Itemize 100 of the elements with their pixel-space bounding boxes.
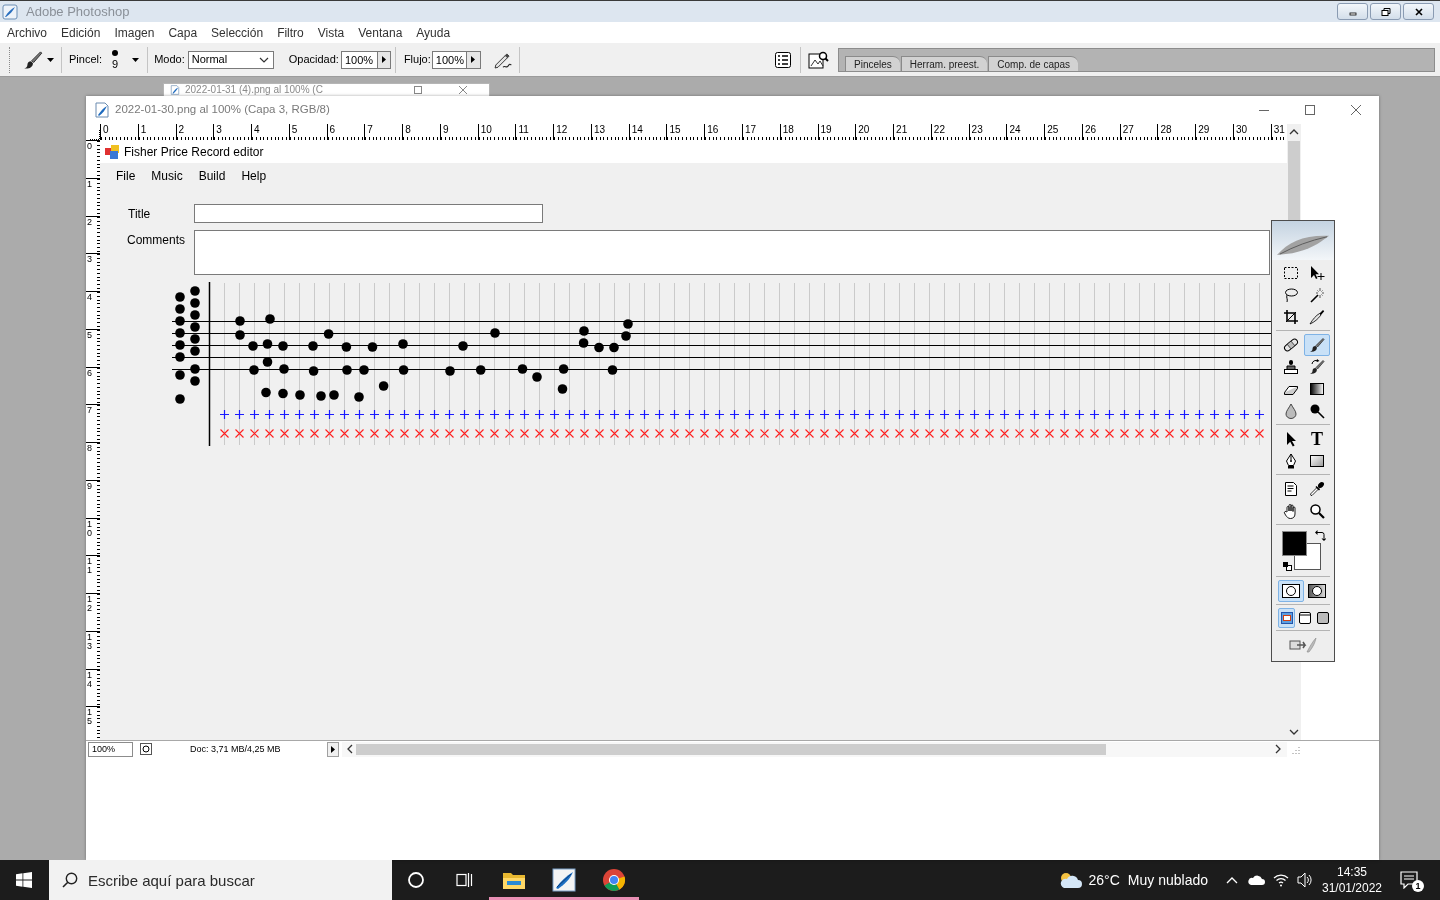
plus-icon [249,409,260,420]
feather-icon [2,3,18,20]
restore-button[interactable] [1370,3,1401,20]
close-icon [1413,6,1424,17]
menu-item[interactable]: Filtro [270,26,311,39]
note-dot [175,328,185,338]
menu-item[interactable]: Archivo [0,26,54,39]
plus-icon [309,409,320,420]
zoom-field[interactable]: 100% [88,741,133,757]
menu-item[interactable]: Music [143,169,191,182]
menu-item[interactable]: Build [190,169,234,182]
swap-arrow-icon[interactable] [1315,530,1326,541]
brush-picker-button[interactable]: 9 [112,45,140,74]
menu-item[interactable]: File [108,169,144,182]
note-dot [579,326,589,336]
close-button[interactable] [1403,3,1434,20]
plus-icon [1089,409,1100,420]
plus-icon [219,409,230,420]
menu-item[interactable]: Edición [54,26,108,39]
tool-button[interactable] [1304,334,1330,356]
note-dot [235,330,245,340]
plus-icon [504,409,515,420]
foreground-color-swatch[interactable] [1282,531,1307,556]
triangle-right-icon [331,745,335,753]
chevron-right-icon[interactable] [1275,744,1281,754]
flow-field[interactable]: 100% [431,50,467,69]
menu-item[interactable]: Capa [161,26,205,39]
horizontal-scrollbar[interactable] [342,741,1287,757]
note-dot [378,381,389,391]
chevron-up-icon[interactable] [1289,129,1299,135]
caret-icon[interactable] [47,57,54,62]
ruler-number: 15 [86,707,93,729]
close-icon[interactable] [459,86,467,94]
cross-icon [564,428,575,439]
palette-tab[interactable]: Comp. de capas [988,55,1079,71]
plus-icon [1029,409,1040,420]
image-magnifier-icon[interactable] [808,50,829,69]
mode-dropdown[interactable]: Normal [187,50,274,69]
grip-handle[interactable] [9,46,11,73]
transfer-arrow-icon[interactable] [1289,636,1317,654]
note-dot [295,390,305,400]
knife-icon [1309,309,1325,325]
menu-item[interactable]: Selección [204,26,271,39]
notifications-button[interactable]: 1 [1400,868,1424,892]
maximize-icon[interactable] [414,86,422,94]
note-dot [578,338,589,348]
scrollbar-thumb[interactable] [1288,141,1300,221]
status-menu-button[interactable] [327,741,339,757]
notification-icon [1400,871,1418,889]
mask-mode-button[interactable] [1278,580,1304,602]
palette-tab[interactable]: Pinceles [845,55,900,71]
note-dot [367,342,378,352]
arrow-cross-icon [1309,265,1325,281]
brush-icon[interactable] [23,49,43,70]
crop-icon [1283,309,1299,325]
menu-item[interactable]: Imagen [107,26,162,39]
menu-item[interactable]: Vista [310,26,352,39]
navigator-icon[interactable] [140,743,152,755]
cross-icon [879,428,890,439]
chevron-left-icon[interactable] [347,744,353,754]
opacity-field[interactable]: 100% [340,50,378,69]
ruler-number: 11 [86,556,93,578]
chevron-down-icon[interactable] [1289,729,1299,735]
cross-icon [999,428,1010,439]
palette-list-icon[interactable] [775,51,791,68]
ruler-number: 30 [1234,124,1249,135]
plus-icon [684,409,695,420]
ruler-number: 13 [86,631,93,653]
pen-scribble-icon[interactable] [492,50,513,69]
wifi-icon[interactable] [1273,872,1289,888]
menu-item[interactable]: Help [233,169,275,182]
resize-grip-icon[interactable] [1290,744,1300,754]
screen-mode-button[interactable] [1278,608,1295,628]
menu-item[interactable]: Ayuda [409,26,458,39]
plus-icon [429,409,440,420]
hand-icon [1283,503,1299,519]
cross-icon [654,428,665,439]
scrollbar-thumb[interactable] [356,743,1106,755]
ruler-number: 11 [517,124,530,135]
speaker-icon[interactable] [1297,872,1313,888]
cross-icon [399,428,410,439]
ruler-number: 16 [706,124,720,135]
note-dot [278,341,288,351]
text-field[interactable] [194,204,543,223]
search-field[interactable]: Escribe aquí para buscar [49,860,392,900]
cross-icon [429,428,440,439]
plus-icon [999,409,1010,420]
plus-icon [1059,409,1070,420]
ruler-origin-icon[interactable] [90,130,100,140]
note-dot [279,364,289,374]
plus-icon [639,409,650,420]
palette-tab[interactable]: Herram. preest. [900,55,988,71]
plus-icon [1014,409,1025,420]
note-dot [249,365,259,375]
default-colors-icon[interactable] [1283,562,1292,571]
plus-icon [984,409,995,420]
menu-item[interactable]: Ventana [351,26,410,39]
tool-button[interactable]: T [1304,428,1330,450]
text-area[interactable] [194,230,1270,275]
cloud-icon[interactable] [1247,873,1265,887]
